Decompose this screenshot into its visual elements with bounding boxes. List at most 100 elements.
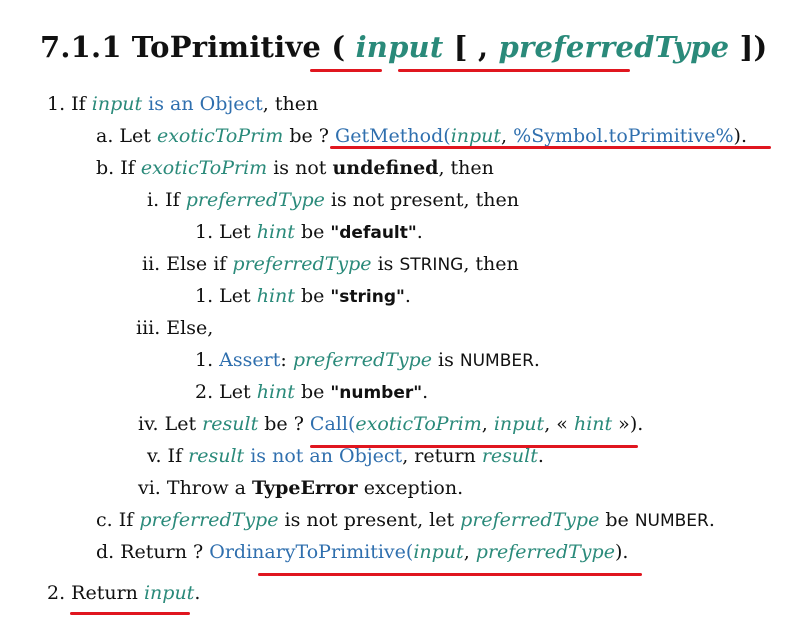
step-text: be xyxy=(294,381,331,403)
var-result[interactable]: result xyxy=(188,445,244,467)
var-preferred-type[interactable]: preferredType xyxy=(232,253,371,275)
step-text: be xyxy=(294,221,331,243)
link-is-an-object[interactable]: is an Object xyxy=(142,93,263,115)
annotation-underline-input-param xyxy=(310,69,382,72)
step-text: is not present, let xyxy=(278,509,461,531)
period: . xyxy=(637,413,644,435)
step-prefix: d. Return ? xyxy=(96,541,210,563)
step-1d: d. Return ? OrdinaryToPrimitive(input, p… xyxy=(96,540,628,564)
var-preferred-type[interactable]: preferredType xyxy=(186,189,325,211)
step-text: be xyxy=(599,509,635,531)
step-prefix: ii. Else if xyxy=(142,253,233,275)
step-text: , then xyxy=(438,157,494,179)
var-input[interactable]: input xyxy=(144,582,194,604)
param-preferred-type[interactable]: preferredType xyxy=(499,30,730,64)
var-input[interactable]: input xyxy=(494,413,544,435)
period: . xyxy=(740,125,748,147)
var-hint[interactable]: hint xyxy=(257,285,295,307)
step-text: is xyxy=(371,253,400,275)
keyword-typeerror: TypeError xyxy=(252,477,358,499)
var-result[interactable]: result xyxy=(482,445,538,467)
separator: , xyxy=(544,413,557,435)
separator: , xyxy=(481,413,494,435)
link-ordinary-to-primitive[interactable]: OrdinaryToPrimitive xyxy=(209,541,406,563)
separator: , xyxy=(463,541,476,563)
period: . xyxy=(194,582,201,604)
step-text: is not present, then xyxy=(324,189,519,211)
step-prefix: iv. Let xyxy=(138,413,203,435)
var-preferred-type[interactable]: preferredType xyxy=(476,541,615,563)
var-preferred-type[interactable]: preferredType xyxy=(139,509,278,531)
step-1bii1: 1. Let hint be "string". xyxy=(195,284,411,309)
step-1: 1. If input is an Object, then xyxy=(47,92,318,116)
step-2: 2. Return input. xyxy=(47,581,200,605)
var-input[interactable]: input xyxy=(413,541,463,563)
step-1b: b. If exoticToPrim is not undefined, the… xyxy=(96,156,494,180)
keyword-undefined: undefined xyxy=(332,157,439,179)
period: . xyxy=(422,381,429,403)
section-number: 7.1.1 xyxy=(40,30,122,64)
param-input[interactable]: input xyxy=(356,30,444,64)
step-text: be xyxy=(294,285,331,307)
separator: , xyxy=(501,125,514,147)
paren: ( xyxy=(443,125,451,147)
list-close: » xyxy=(612,413,630,435)
step-prefix: 1. xyxy=(195,349,220,371)
period: . xyxy=(533,349,540,371)
step-text: be ? xyxy=(283,125,336,147)
list-open: « xyxy=(556,413,574,435)
const-string: STRING xyxy=(399,255,464,275)
step-1c: c. If preferredType is not present, let … xyxy=(96,508,715,533)
step-text: , then xyxy=(262,93,319,115)
step-1a: a. Let exoticToPrim be ? GetMethod(input… xyxy=(96,124,747,148)
var-preferred-type[interactable]: preferredType xyxy=(293,349,432,371)
var-hint[interactable]: hint xyxy=(257,381,295,403)
var-exotic-to-prim[interactable]: exoticToPrim xyxy=(157,125,283,147)
step-text: is not xyxy=(267,157,333,179)
var-exotic-to-prim[interactable]: exoticToPrim xyxy=(355,413,481,435)
annotation-underline-preferred-type-param xyxy=(398,69,630,72)
step-prefix: 2. Let xyxy=(195,381,257,403)
step-text: , return xyxy=(402,445,482,467)
paren: ) xyxy=(733,125,741,147)
section-name: ToPrimitive xyxy=(131,30,322,64)
link-call[interactable]: Call xyxy=(310,413,348,435)
step-1biii1: 1. Assert: preferredType is NUMBER. xyxy=(195,348,540,373)
step-1bii: ii. Else if preferredType is STRING, the… xyxy=(142,252,519,277)
step-prefix: b. If xyxy=(96,157,141,179)
comma: , xyxy=(477,30,489,64)
period: . xyxy=(622,541,629,563)
link-getmethod[interactable]: GetMethod xyxy=(335,125,443,147)
link-symbol-toprimitive[interactable]: %Symbol.toPrimitive% xyxy=(513,125,733,147)
step-text: be ? xyxy=(258,413,310,435)
close-bracket: ] xyxy=(739,30,754,64)
step-prefix: 1. Let xyxy=(195,285,257,307)
step-prefix: vi. Throw a xyxy=(138,477,252,499)
step-1biv: iv. Let result be ? Call(exoticToPrim, i… xyxy=(138,412,643,436)
step-1bi: i. If preferredType is not present, then xyxy=(147,188,519,212)
step-prefix: v. If xyxy=(147,445,189,467)
open-paren: ( xyxy=(331,30,346,64)
string-string: "string" xyxy=(330,287,405,307)
var-exotic-to-prim[interactable]: exoticToPrim xyxy=(141,157,267,179)
var-input[interactable]: input xyxy=(92,93,142,115)
close-paren: ) xyxy=(753,30,768,64)
var-hint[interactable]: hint xyxy=(257,221,295,243)
var-hint[interactable]: hint xyxy=(574,413,612,435)
step-prefix: 1. Let xyxy=(195,221,257,243)
step-text: , then xyxy=(463,253,519,275)
annotation-underline-return-input xyxy=(70,612,190,615)
step-prefix: a. Let xyxy=(96,125,157,147)
var-preferred-type[interactable]: preferredType xyxy=(460,509,599,531)
link-assert[interactable]: Assert xyxy=(219,349,280,371)
string-default: "default" xyxy=(330,223,417,243)
const-number: NUMBER xyxy=(634,511,709,531)
var-result[interactable]: result xyxy=(202,413,258,435)
step-1bi1: 1. Let hint be "default". xyxy=(195,220,423,245)
annotation-underline-getmethod xyxy=(330,146,771,149)
annotation-underline-call xyxy=(310,445,638,448)
var-input[interactable]: input xyxy=(451,125,501,147)
link-is-not-an-object[interactable]: is not an Object xyxy=(244,445,402,467)
const-number: NUMBER xyxy=(459,351,534,371)
annotation-underline-ordinary-to-primitive xyxy=(258,573,642,576)
